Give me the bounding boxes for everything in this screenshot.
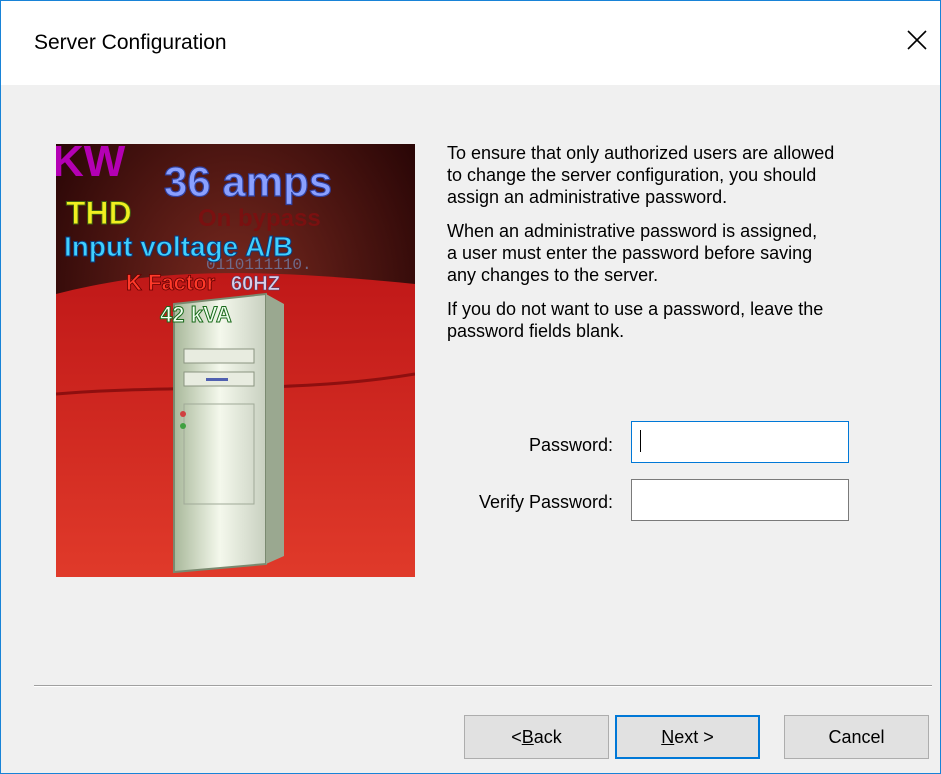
dialog-title: Server Configuration — [34, 31, 227, 54]
verify-password-label: Verify Password: — [478, 492, 613, 512]
back-button-label: ack — [533, 726, 562, 747]
next-button-label: ext > — [674, 726, 714, 747]
back-button-mnemonic: B — [521, 726, 534, 747]
dialog-window: Server Configuration 0110111110. KW 36 a… — [0, 0, 941, 774]
hero-kfactor-text: K Factor — [126, 270, 216, 295]
password-label: Password: — [528, 435, 613, 455]
instruction-paragraph: If you do not want to use a password, le… — [447, 299, 824, 341]
next-button[interactable]: N ext > — [615, 715, 760, 759]
hero-kw-text: KW — [56, 144, 126, 186]
title-bar[interactable]: Server Configuration — [1, 1, 940, 85]
cancel-button-label: Cancel — [828, 726, 885, 747]
hero-amps-text: 36 amps — [164, 158, 332, 205]
hero-input-text: Input voltage A/B — [64, 231, 293, 262]
instruction-paragraph: To ensure that only authorized users are… — [447, 143, 835, 207]
password-field[interactable] — [631, 421, 849, 463]
hero-bypass-text: On bypass — [198, 205, 321, 232]
back-button-prefix: < — [511, 726, 522, 747]
close-button[interactable] — [894, 17, 940, 63]
hero-thd-text: THD — [66, 195, 132, 231]
instruction-paragraph: When an administrative password is assig… — [447, 221, 818, 285]
text-caret — [640, 430, 641, 452]
hero-kva-text: 42 kVA — [160, 302, 232, 327]
footer-separator — [34, 685, 932, 686]
server-illustration: 0110111110. KW 36 amps On bypass THD Inp… — [56, 144, 415, 577]
verify-password-field[interactable] — [631, 479, 849, 521]
hero-hz-text: 60HZ — [231, 273, 280, 295]
cancel-button[interactable]: Cancel — [784, 715, 929, 759]
back-button[interactable]: < B ack — [464, 715, 609, 759]
next-button-mnemonic: N — [661, 726, 675, 747]
server-illustration-graphic: 0110111110. KW 36 amps On bypass THD Inp… — [56, 144, 415, 577]
instructions: To ensure that only authorized users are… — [447, 142, 917, 354]
close-icon — [907, 30, 927, 50]
